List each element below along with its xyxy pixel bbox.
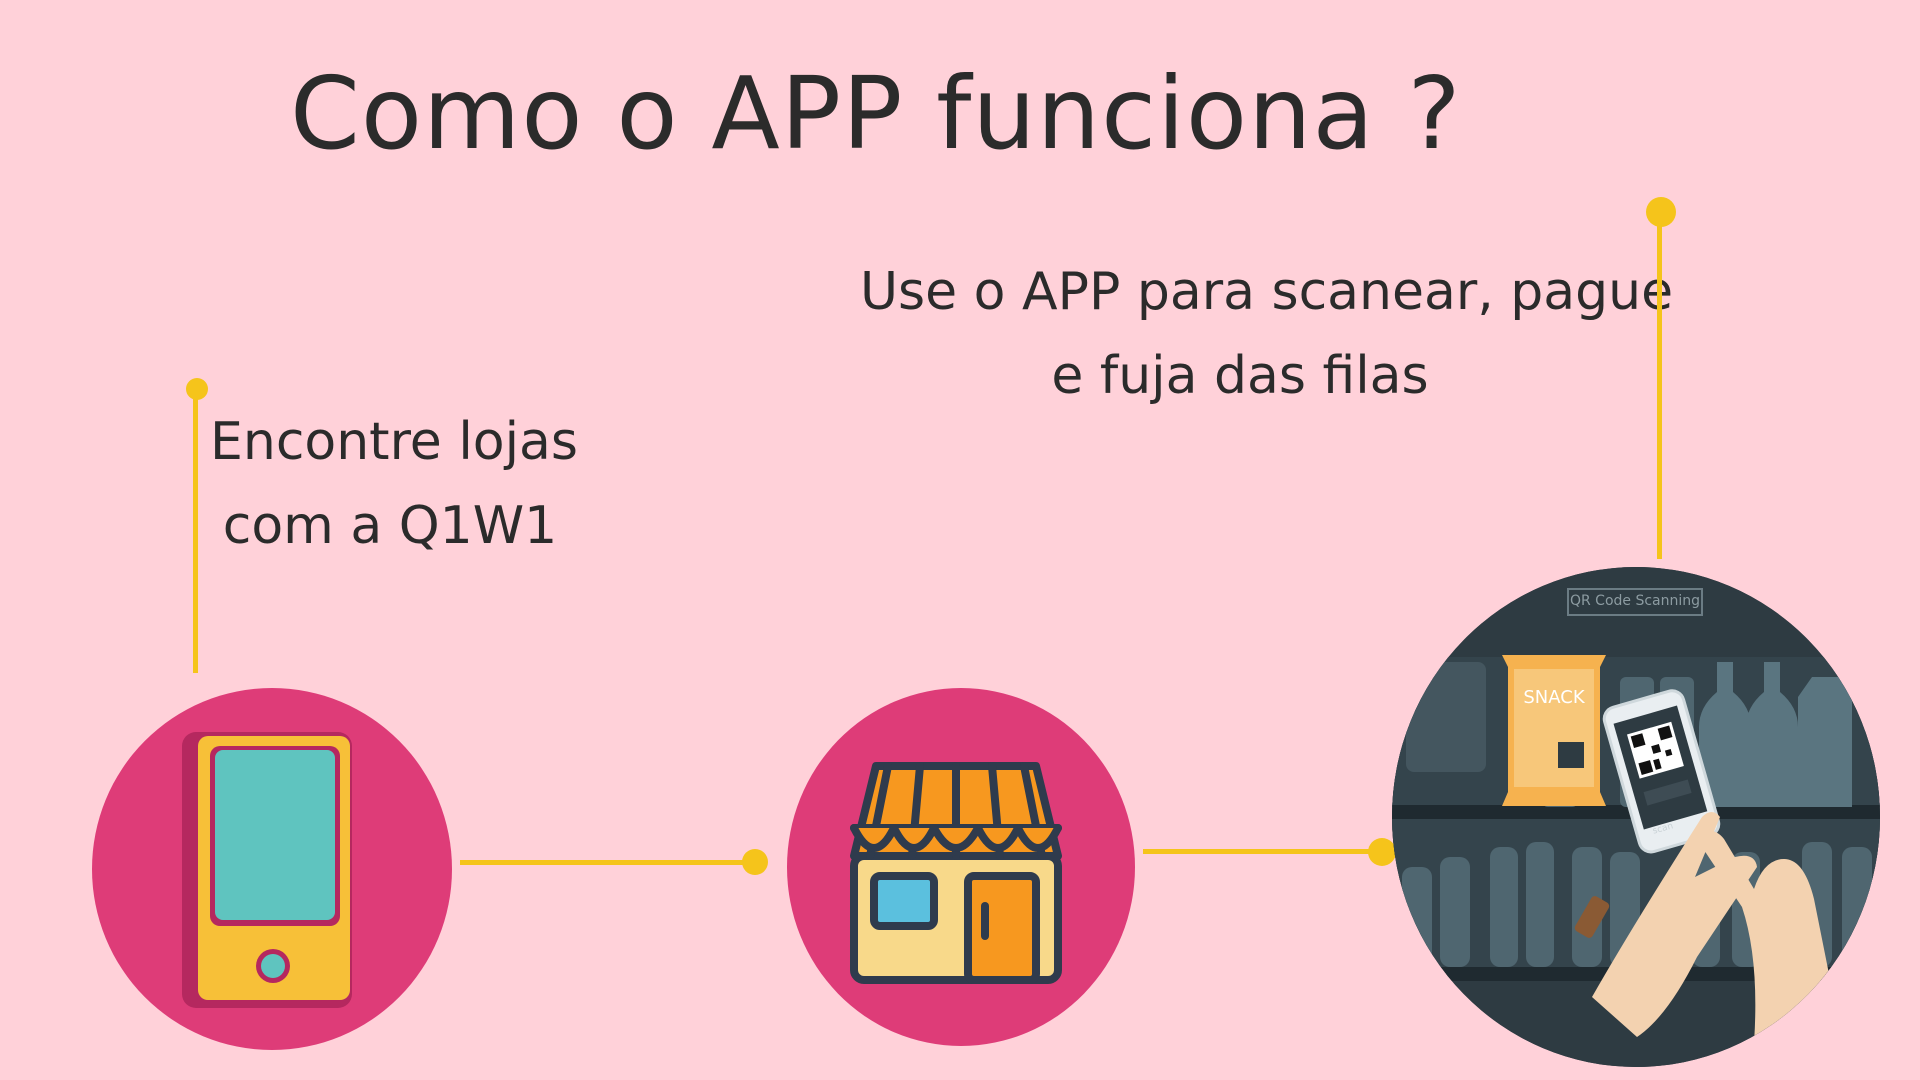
step-3-caption: Use o APP para scanear, pague e fuja das… <box>860 250 1674 418</box>
step-3-vertical-connector <box>1657 212 1662 559</box>
step-1-caption: Encontre lojas com a Q1W1 <box>210 400 578 568</box>
qr-scan-illustration: QR Code Scanning SNACK scan <box>1392 567 1880 1067</box>
store-shelves <box>1392 567 1880 1067</box>
connector-2-to-3 <box>1143 849 1383 854</box>
store-icon <box>850 762 1062 984</box>
step-1-line-1: Encontre lojas <box>210 412 578 472</box>
page-title: Como o APP funciona ? <box>290 55 1462 172</box>
snack-label: SNACK <box>1523 687 1585 708</box>
step-1-vertical-connector <box>193 390 198 673</box>
connector-1-to-2 <box>460 860 750 865</box>
step-1-line-2: com a Q1W1 <box>222 496 558 556</box>
connector-1-end-dot <box>742 849 768 875</box>
smartphone-icon <box>182 732 352 1008</box>
qr-scanning-sign: QR Code Scanning <box>1569 593 1701 609</box>
step-3-line-1: Use o APP para scanear, pague <box>860 262 1674 322</box>
step-3-line-2: e fuja das filas <box>1051 346 1429 406</box>
